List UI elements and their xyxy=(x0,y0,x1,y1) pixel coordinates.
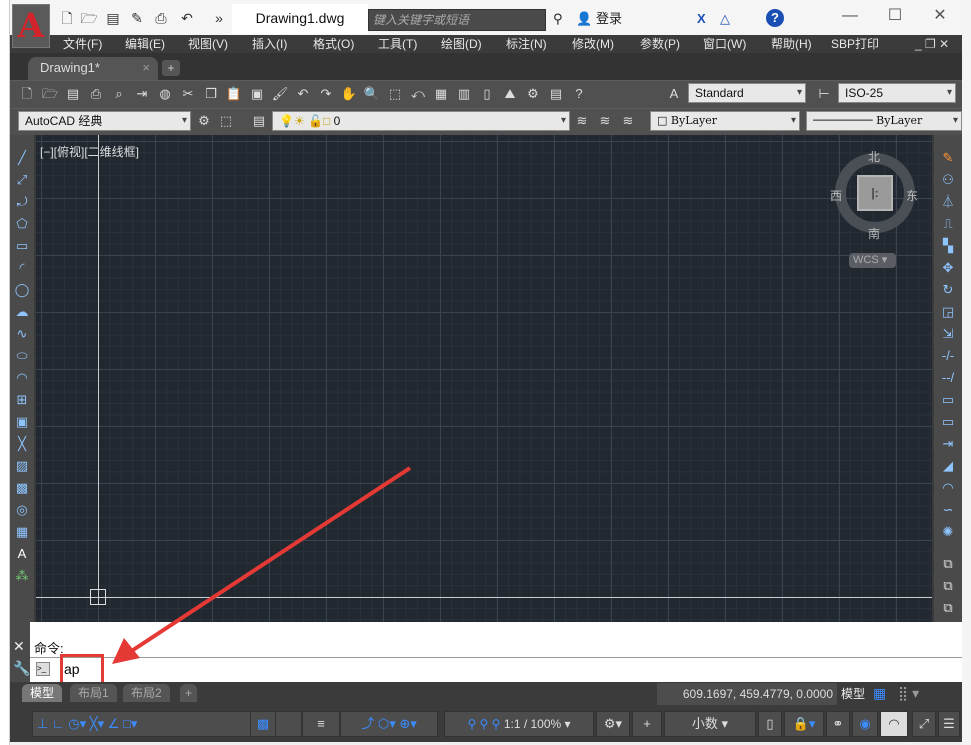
fullscreen-icon[interactable]: ⤢ xyxy=(912,711,936,737)
coordinates-readout[interactable]: 609.1697, 459.4779, 0.0000 xyxy=(657,683,837,705)
tab-model[interactable]: 模型 xyxy=(22,684,63,702)
dynamic-input-icon[interactable]: ⊥ ∟ ◷▾ ╳▾ ∠ □▾ xyxy=(37,716,137,731)
transparency-icon[interactable]: ▩ xyxy=(250,711,276,737)
quick-properties-icon[interactable]: ▯ xyxy=(758,711,782,737)
isolate-objects-icon[interactable]: ⚭ xyxy=(826,711,850,737)
lineweight-icon[interactable]: ≡ xyxy=(302,711,340,737)
3d-osnap-icon[interactable]: ⤴ ⬡▾ ⊕▾ xyxy=(340,711,438,737)
tab-layout2[interactable]: 布局2 xyxy=(123,684,170,702)
annotation-scale[interactable]: ⚲ ⚲ ⚲ 1:1 / 100% ▾ xyxy=(444,711,594,737)
lock-ui-icon[interactable]: 🔒▾ xyxy=(784,711,824,737)
snap-icon[interactable]: ⣿ ▾ xyxy=(898,685,919,702)
units-value: 小数 xyxy=(691,716,718,731)
units-select[interactable]: 小数 ▾ xyxy=(664,711,756,737)
annotation-arrow xyxy=(112,466,412,664)
arrow-head xyxy=(112,638,140,664)
add-layout-button[interactable]: + xyxy=(180,684,198,702)
grid-icon[interactable]: ▦ xyxy=(873,685,886,702)
graphics-performance-icon[interactable]: ◠ xyxy=(880,711,908,737)
model-space-button[interactable]: 模型 xyxy=(841,683,865,705)
annotation-scale-value: 1:1 / 100% xyxy=(503,717,562,731)
arrow-shaft xyxy=(128,466,412,654)
hardware-acceleration-icon[interactable]: ◉ xyxy=(852,711,878,737)
annotation-monitor-icon[interactable]: + xyxy=(632,711,662,737)
customization-menu-icon[interactable]: ☰ xyxy=(938,711,960,737)
workspace-switch-icon[interactable]: ⚙▾ xyxy=(596,711,630,737)
tab-layout1[interactable]: 布局1 xyxy=(70,684,117,702)
